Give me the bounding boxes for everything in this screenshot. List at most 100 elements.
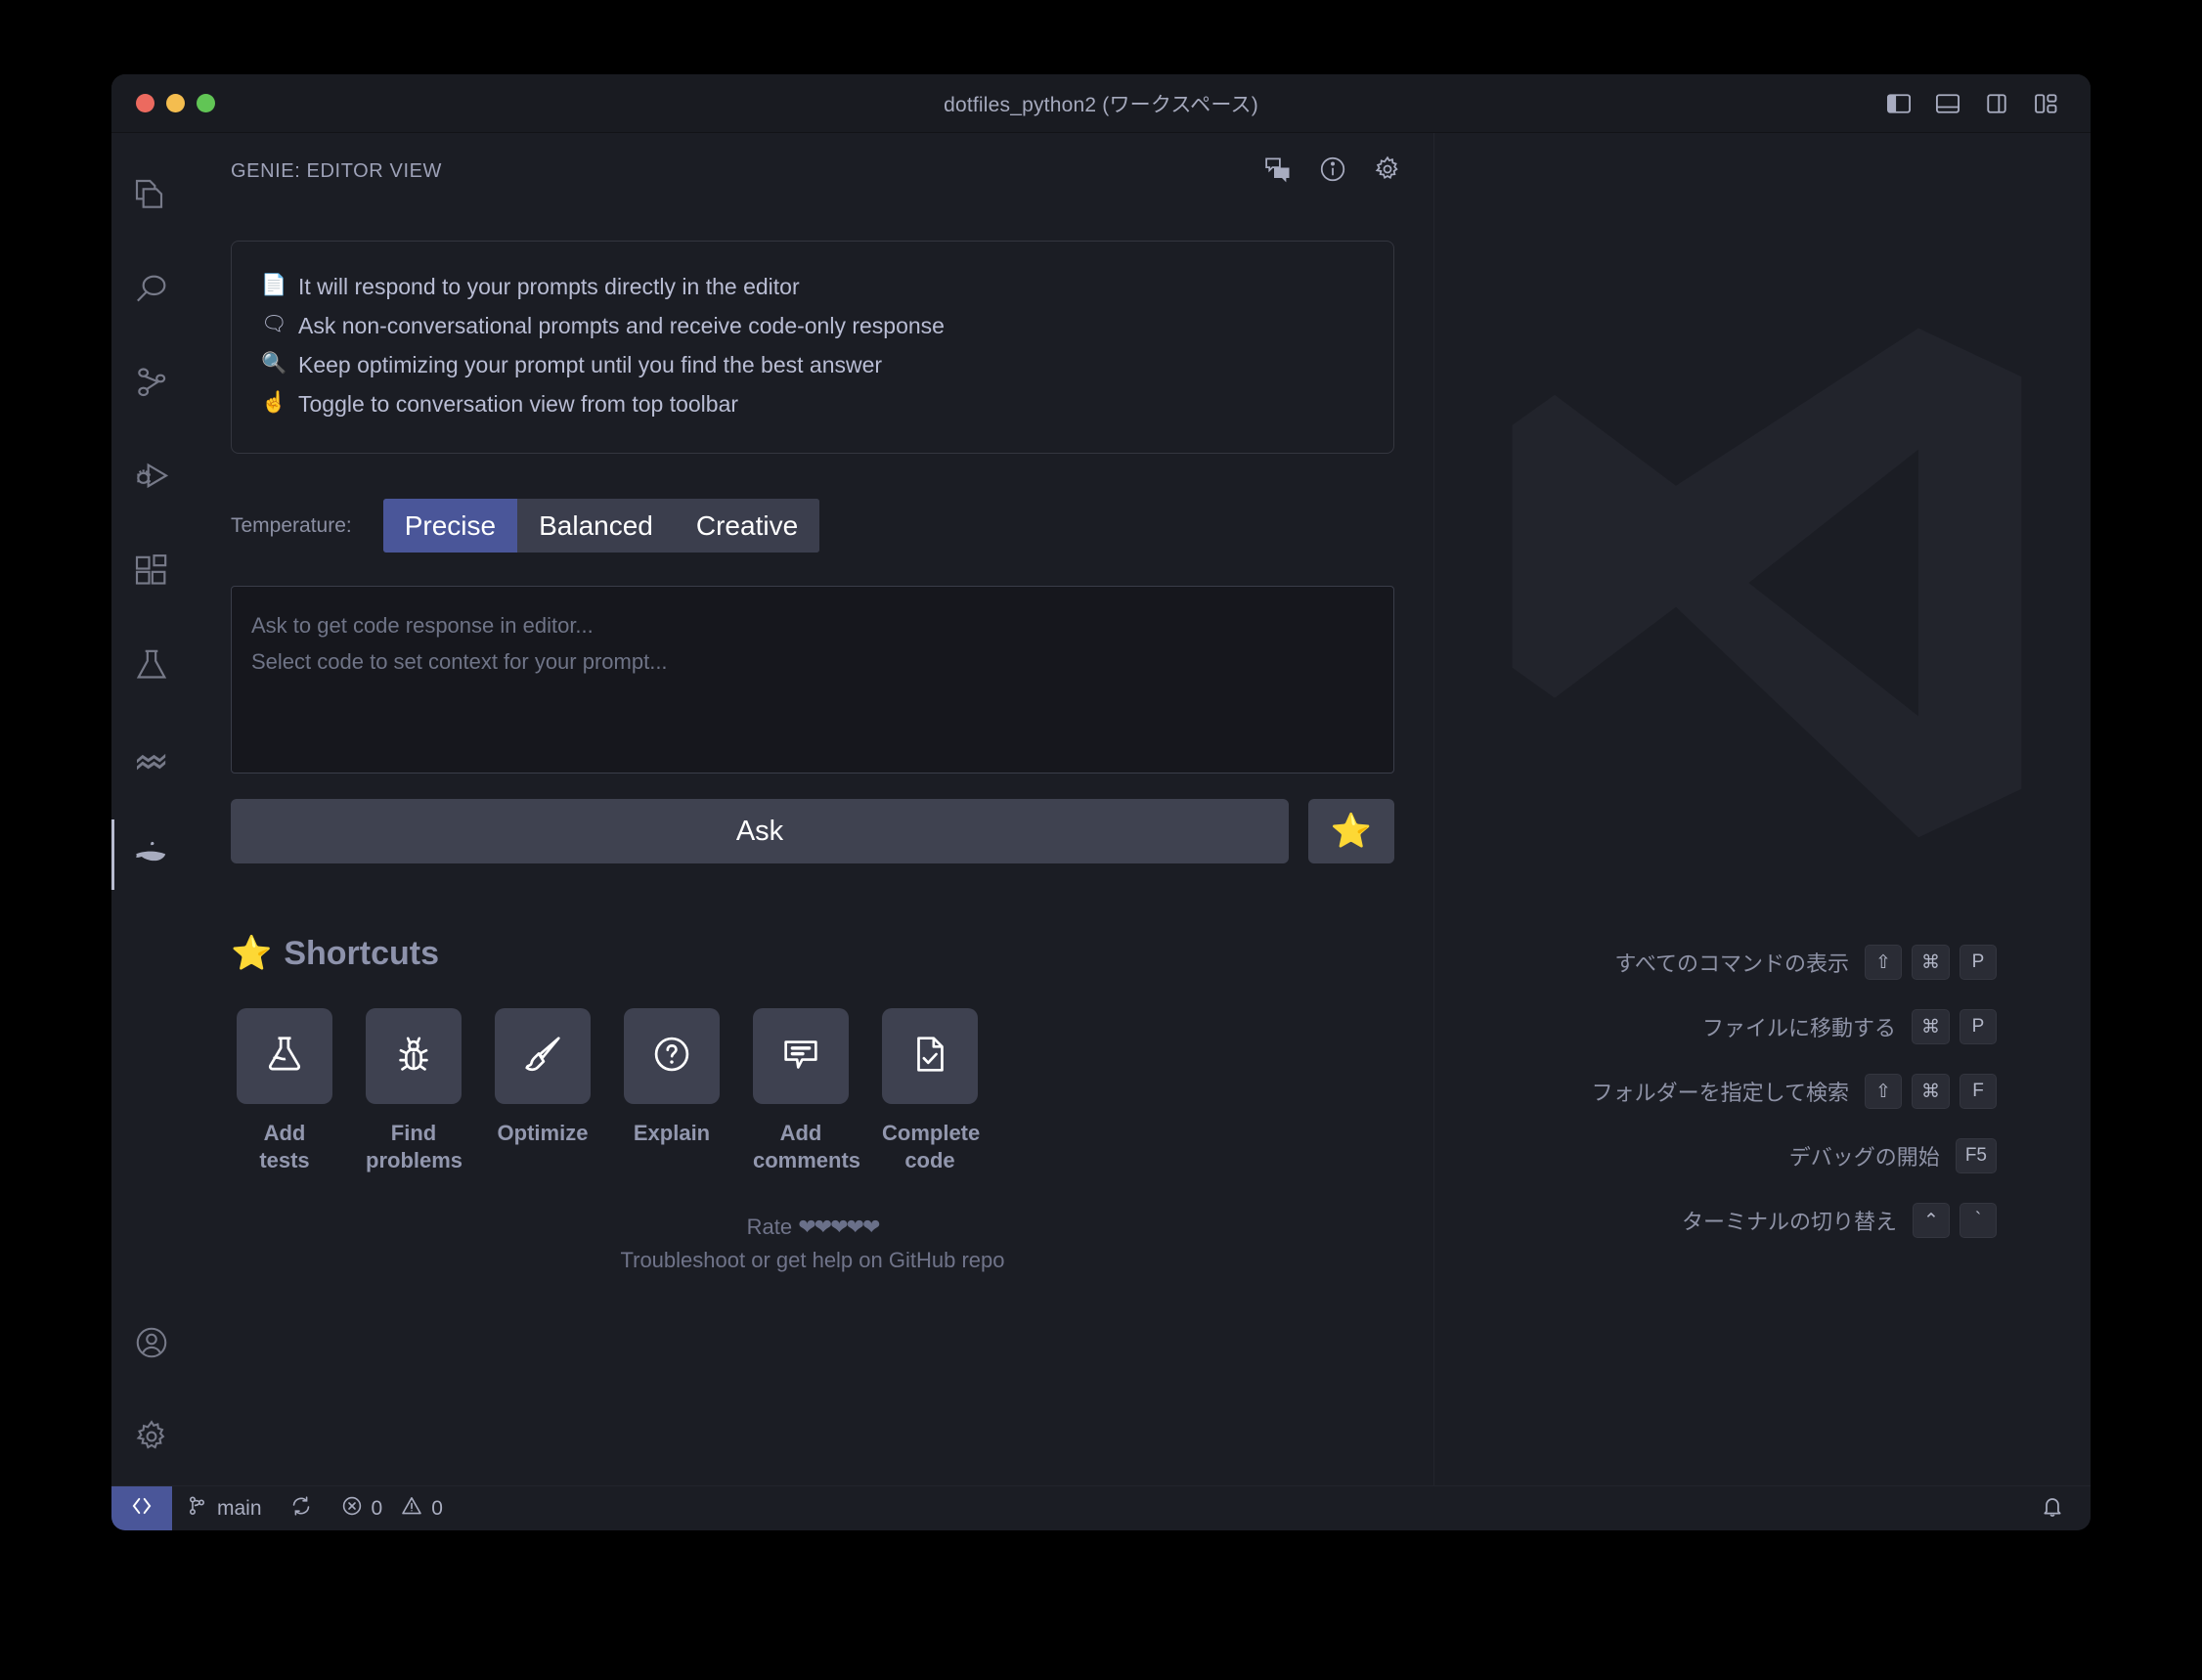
- layers-icon: [132, 739, 171, 783]
- shortcut-label: ファイルに移動する: [1701, 1016, 1896, 1040]
- shortcut-tile[interactable]: [882, 1008, 978, 1105]
- title-bar: dotfiles_python2 (ワークスペース): [111, 74, 2091, 133]
- close-window-button[interactable]: [136, 94, 154, 112]
- toggle-panel-icon[interactable]: [1934, 90, 1961, 117]
- shortcut-tile[interactable]: [495, 1008, 591, 1105]
- welcome-shortcut-row: フォルダーを指定して検索 ⇧ ⌘ F: [1592, 1074, 1997, 1109]
- keycap: F: [1960, 1074, 1997, 1109]
- shortcut-find-problems[interactable]: Find problems: [366, 1008, 462, 1173]
- sidebar-item-testing[interactable]: [111, 620, 192, 714]
- sync-icon: [289, 1494, 313, 1524]
- files-icon: [132, 176, 171, 220]
- genie-title: GENIE: EDITOR VIEW: [231, 159, 443, 182]
- tip-text: Keep optimizing your prompt until you fi…: [298, 352, 883, 378]
- shortcut-complete-code[interactable]: Complete code: [882, 1008, 981, 1173]
- shortcut-tile[interactable]: [624, 1008, 720, 1105]
- status-branch[interactable]: main: [172, 1486, 276, 1531]
- temperature-option-balanced[interactable]: Balanced: [517, 499, 675, 553]
- gear-icon[interactable]: [1373, 155, 1402, 189]
- keycap: P: [1960, 1009, 1997, 1044]
- sidebar-item-explorer[interactable]: [111, 151, 192, 244]
- minimize-window-button[interactable]: [166, 94, 185, 112]
- keycap: ⌘: [1912, 945, 1950, 980]
- keycap: ⌘: [1912, 1009, 1950, 1044]
- shortcut-label: Find problems: [366, 1121, 463, 1172]
- source-control-icon: [186, 1494, 209, 1524]
- welcome-editor: すべてのコマンドの表示 ⇧ ⌘ P ファイルに移動する ⌘ P フォルダーを指定: [1433, 133, 2091, 1485]
- status-bar: main 0 0: [111, 1485, 2091, 1530]
- remote-indicator[interactable]: [111, 1485, 172, 1530]
- keycap: ⇧: [1865, 1074, 1902, 1109]
- warning-icon: [400, 1494, 423, 1524]
- activity-bar: [111, 133, 192, 1485]
- shortcut-label: デバッグの開始: [1788, 1145, 1940, 1170]
- genie-header: GENIE: EDITOR VIEW: [192, 133, 1433, 209]
- sidebar-item-source-control[interactable]: [111, 338, 192, 432]
- tips-box: 📄 It will respond to your prompts direct…: [231, 241, 1394, 455]
- tip-text: Toggle to conversation view from top too…: [298, 391, 739, 418]
- welcome-shortcut-row: ターミナルの切り替え ⌃ `: [1592, 1203, 1997, 1238]
- toggle-primary-sidebar-icon[interactable]: [1885, 90, 1913, 117]
- beaker-icon: [262, 1032, 307, 1082]
- remote-indicator-icon: [129, 1493, 154, 1524]
- pointing-hand-icon: ☝: [261, 391, 287, 415]
- sidebar-item-search[interactable]: [111, 244, 192, 338]
- temperature-option-creative[interactable]: Creative: [674, 499, 820, 553]
- genie-header-actions: [1263, 155, 1402, 189]
- keycap: ⌃: [1913, 1203, 1950, 1238]
- ask-row: Ask ⭐: [231, 799, 1394, 864]
- shortcut-tile[interactable]: [237, 1008, 332, 1105]
- status-problems[interactable]: 0 0: [327, 1486, 457, 1531]
- prompt-placeholder-line1: Ask to get code response in editor...: [251, 613, 594, 639]
- key-group: ⌘ P: [1912, 1009, 1997, 1044]
- temperature-option-precise[interactable]: Precise: [382, 499, 518, 553]
- rate-hearts[interactable]: ❤❤❤❤❤: [798, 1215, 880, 1239]
- genie-lamp-icon: [132, 833, 171, 877]
- shortcut-label: Explain: [633, 1121, 711, 1146]
- sidebar-item-extensions[interactable]: [111, 526, 192, 620]
- temperature-segmented-control: Precise Balanced Creative: [382, 499, 820, 553]
- error-icon: [340, 1494, 364, 1524]
- shortcut-tile[interactable]: [366, 1008, 462, 1105]
- sidebar-item-accounts[interactable]: [111, 1298, 192, 1392]
- shortcut-label: Optimize: [497, 1121, 589, 1146]
- shortcut-label: ターミナルの切り替え: [1681, 1210, 1897, 1234]
- help-link[interactable]: Troubleshoot or get help on GitHub repo: [231, 1248, 1394, 1273]
- shortcut-label: Complete code: [882, 1121, 981, 1172]
- rate-row[interactable]: Rate ❤❤❤❤❤: [231, 1215, 1394, 1240]
- prompt-placeholder-line2: Select code to set context for your prom…: [251, 649, 668, 675]
- genie-content: 📄 It will respond to your prompts direct…: [192, 209, 1433, 1485]
- keycap: ⌘: [1912, 1074, 1950, 1109]
- sidebar-item-run-and-debug[interactable]: [111, 432, 192, 526]
- status-sync[interactable]: [276, 1486, 327, 1531]
- comment-discussion-icon[interactable]: [1263, 155, 1293, 189]
- bell-icon: [2040, 1493, 2065, 1525]
- tip-text: Ask non-conversational prompts and recei…: [298, 313, 945, 339]
- sidebar-item-genie[interactable]: [111, 808, 192, 902]
- beaker-icon: [132, 645, 171, 689]
- warning-count: 0: [431, 1496, 443, 1520]
- favorite-button[interactable]: ⭐: [1308, 799, 1394, 864]
- ask-button[interactable]: Ask: [231, 799, 1289, 864]
- shortcuts-heading-label: Shortcuts: [284, 934, 440, 972]
- status-notifications[interactable]: [2026, 1486, 2091, 1531]
- magnifier-icon: 🔍: [261, 352, 287, 376]
- shortcut-add-tests[interactable]: Add tests: [237, 1008, 332, 1173]
- toggle-secondary-sidebar-icon[interactable]: [1983, 90, 2010, 117]
- shortcut-add-comments[interactable]: Add comments: [753, 1008, 860, 1173]
- info-icon[interactable]: [1318, 155, 1347, 189]
- search-icon: [132, 270, 171, 314]
- customize-layout-icon[interactable]: [2032, 90, 2059, 117]
- prompt-input[interactable]: Ask to get code response in editor... Se…: [231, 586, 1394, 774]
- key-group: ⇧ ⌘ P: [1865, 945, 1997, 980]
- speech-bubble-icon: 🗨: [261, 313, 287, 336]
- maximize-window-button[interactable]: [197, 94, 215, 112]
- shortcut-tile[interactable]: [753, 1008, 849, 1105]
- shortcut-optimize[interactable]: Optimize: [495, 1008, 591, 1173]
- app-window: dotfiles_python2 (ワークスペース) GENIE: EDITOR…: [111, 74, 2091, 1530]
- sidebar-item-remote-explorer[interactable]: [111, 714, 192, 808]
- shortcut-explain[interactable]: Explain: [624, 1008, 720, 1173]
- comment-icon: [778, 1032, 823, 1082]
- shortcut-label: フォルダーを指定して検索: [1591, 1081, 1849, 1105]
- sidebar-item-manage[interactable]: [111, 1392, 192, 1485]
